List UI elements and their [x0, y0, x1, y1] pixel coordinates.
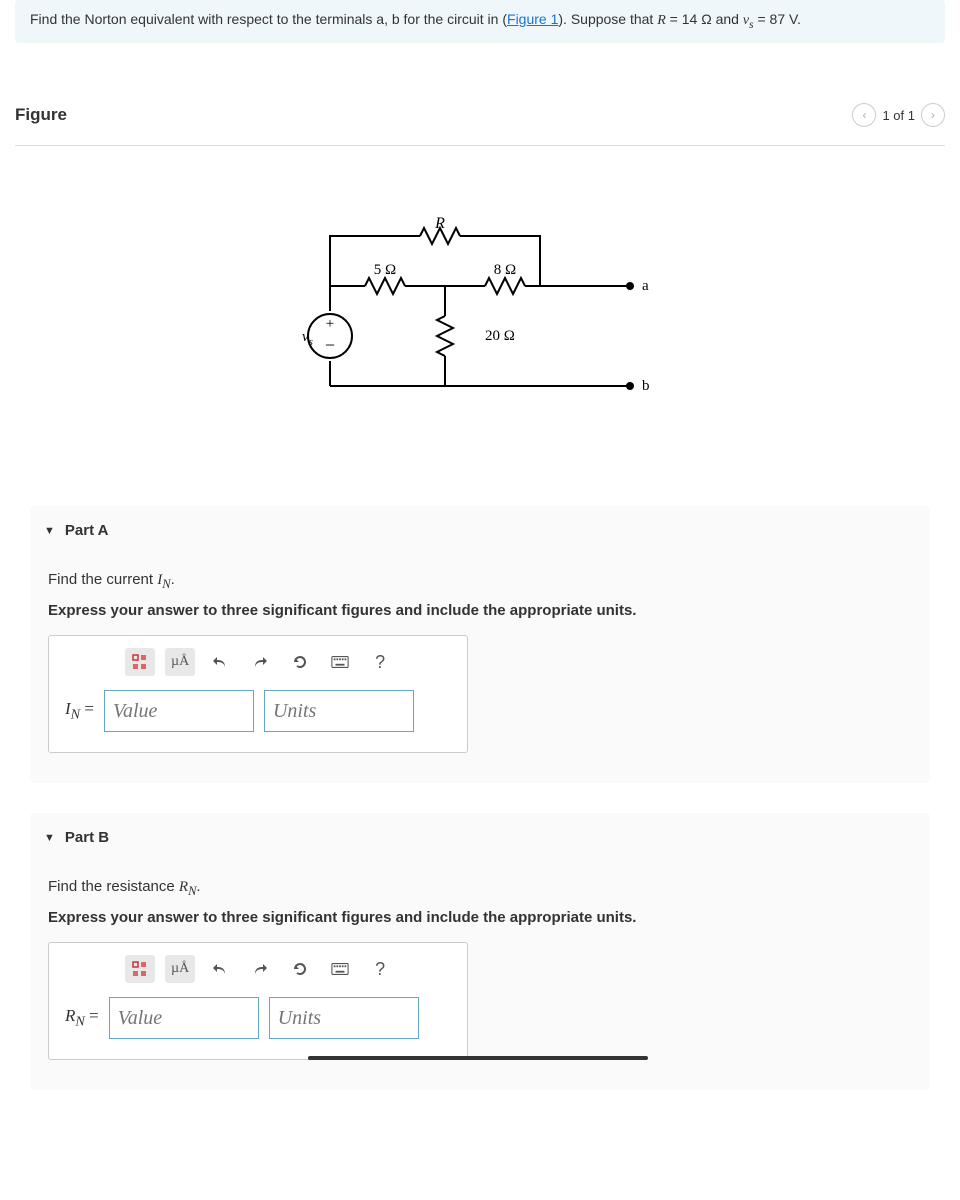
part-a-units-input[interactable]: [264, 690, 414, 732]
svg-text:−: −: [325, 335, 335, 355]
undo-button[interactable]: [205, 648, 235, 676]
part-a-answer-label: IN =: [65, 699, 94, 723]
caret-down-icon: ▼: [44, 525, 55, 537]
problem-text-post: ). Suppose that: [558, 11, 657, 27]
eq2-rhs: = 87 V.: [757, 11, 800, 27]
redo-button[interactable]: [245, 648, 275, 676]
figure-nav-text: 1 of 1: [882, 108, 915, 123]
part-b-answer-label: RN =: [65, 1006, 99, 1030]
help-button[interactable]: ?: [365, 648, 395, 676]
help-button[interactable]: ?: [365, 955, 395, 983]
part-a-value-input[interactable]: [104, 690, 254, 732]
part-b-title: Part B: [65, 829, 109, 846]
part-a-section: ▼ Part A Find the current IN. Express yo…: [30, 506, 930, 783]
figure-title: Figure: [15, 105, 67, 125]
reset-button[interactable]: [285, 648, 315, 676]
var-vs: vs: [743, 13, 754, 28]
undo-button[interactable]: [205, 955, 235, 983]
figure-prev-button[interactable]: ‹: [852, 103, 876, 127]
eq1-val: = 14: [670, 11, 702, 27]
redo-button[interactable]: [245, 955, 275, 983]
figure-header: Figure ‹ 1 of 1 ›: [15, 103, 945, 135]
label-8ohm: 8 Ω: [494, 262, 516, 278]
terminal-a: a: [642, 278, 649, 294]
label-20ohm: 20 Ω: [485, 328, 515, 344]
figure-section: Figure ‹ 1 of 1 ›: [15, 103, 945, 146]
part-a-prompt: Find the current IN.: [48, 571, 912, 592]
fraction-template-button[interactable]: [125, 648, 155, 676]
circuit-diagram: + − R 5 Ω 8 Ω 20 Ω vs a b: [0, 166, 960, 506]
part-b-value-input[interactable]: [109, 997, 259, 1039]
and-text: and: [716, 11, 743, 27]
part-a-instruction: Express your answer to three significant…: [48, 602, 912, 619]
svg-text:+: +: [326, 316, 334, 332]
keyboard-button[interactable]: [325, 955, 355, 983]
part-a-toolbar: µÅ ?: [65, 648, 451, 676]
reset-button[interactable]: [285, 955, 315, 983]
part-a-header[interactable]: ▼ Part A: [30, 506, 930, 555]
part-b-answer-widget: µÅ ? RN =: [48, 942, 468, 1060]
eq1-unit: Ω: [701, 11, 711, 27]
label-5ohm: 5 Ω: [374, 262, 396, 278]
part-b-units-input[interactable]: [269, 997, 419, 1039]
fraction-template-button[interactable]: [125, 955, 155, 983]
var-R: R: [657, 13, 666, 28]
label-R: R: [434, 216, 445, 232]
problem-text-pre: Find the Norton equivalent with respect …: [30, 11, 507, 27]
terminal-b: b: [642, 378, 650, 394]
figure-link[interactable]: Figure 1: [507, 11, 558, 27]
scroll-indicator[interactable]: [308, 1056, 648, 1060]
problem-statement: Find the Norton equivalent with respect …: [15, 0, 945, 43]
part-a-answer-widget: µÅ ? IN =: [48, 635, 468, 753]
figure-nav: ‹ 1 of 1 ›: [852, 103, 945, 127]
part-b-header[interactable]: ▼ Part B: [30, 813, 930, 862]
keyboard-button[interactable]: [325, 648, 355, 676]
figure-next-button[interactable]: ›: [921, 103, 945, 127]
part-b-section: ▼ Part B Find the resistance RN. Express…: [30, 813, 930, 1090]
units-button[interactable]: µÅ: [165, 955, 195, 983]
part-a-title: Part A: [65, 522, 109, 539]
part-b-toolbar: µÅ ?: [65, 955, 451, 983]
part-b-prompt: Find the resistance RN.: [48, 878, 912, 899]
units-button[interactable]: µÅ: [165, 648, 195, 676]
caret-down-icon: ▼: [44, 832, 55, 844]
part-b-instruction: Express your answer to three significant…: [48, 909, 912, 926]
